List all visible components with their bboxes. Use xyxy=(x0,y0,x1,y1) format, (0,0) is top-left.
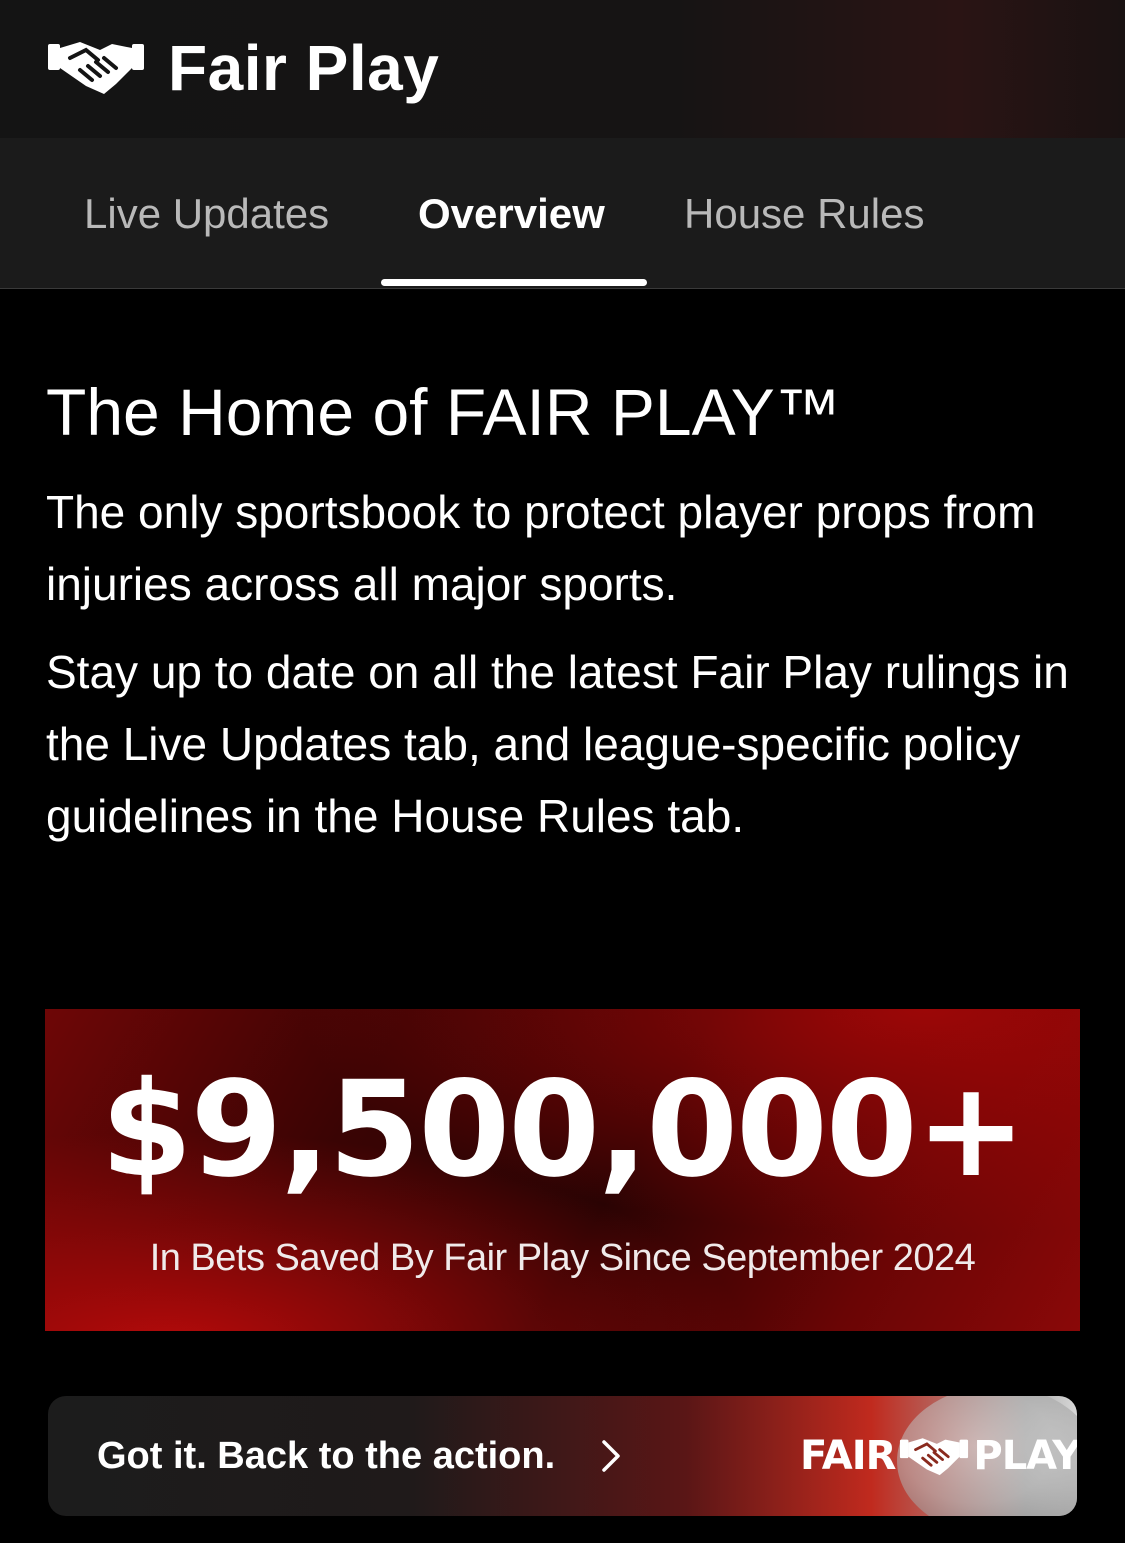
active-tab-indicator xyxy=(381,279,647,286)
app-title: Fair Play xyxy=(168,32,440,104)
app-header: Fair Play xyxy=(0,0,1125,138)
bets-saved-caption: In Bets Saved By Fair Play Since Septemb… xyxy=(149,1237,976,1279)
logo-text-fair: FAIR xyxy=(800,1433,896,1479)
page-title: The Home of FAIR PLAY™ xyxy=(46,375,841,449)
bets-saved-amount: $9,500,000+ xyxy=(100,1053,1027,1207)
tab-house-rules[interactable]: House Rules xyxy=(684,186,924,242)
chevron-right-icon xyxy=(602,1440,620,1472)
info-paragraph: Stay up to date on all the latest Fair P… xyxy=(46,646,1069,842)
intro-paragraph: The only sportsbook to protect player pr… xyxy=(46,486,1036,610)
fair-play-logo: FAIR PLAY xyxy=(800,1424,1077,1488)
back-to-action-label: Got it. Back to the action. xyxy=(97,1435,556,1477)
logo-text-play: PLAY xyxy=(973,1433,1077,1479)
handshake-icon xyxy=(48,42,144,94)
bets-saved-banner: $9,500,000+ In Bets Saved By Fair Play S… xyxy=(45,1009,1080,1331)
tab-live-updates[interactable]: Live Updates xyxy=(84,186,329,242)
tab-bar: Live Updates Overview House Rules xyxy=(0,138,1125,289)
back-to-action-button[interactable]: Got it. Back to the action. FAIR PLAY xyxy=(48,1396,1077,1516)
tab-overview[interactable]: Overview xyxy=(418,186,605,242)
overview-content: The Home of FAIR PLAY™ The only sportsbo… xyxy=(46,370,1086,852)
handshake-icon xyxy=(900,1438,969,1476)
